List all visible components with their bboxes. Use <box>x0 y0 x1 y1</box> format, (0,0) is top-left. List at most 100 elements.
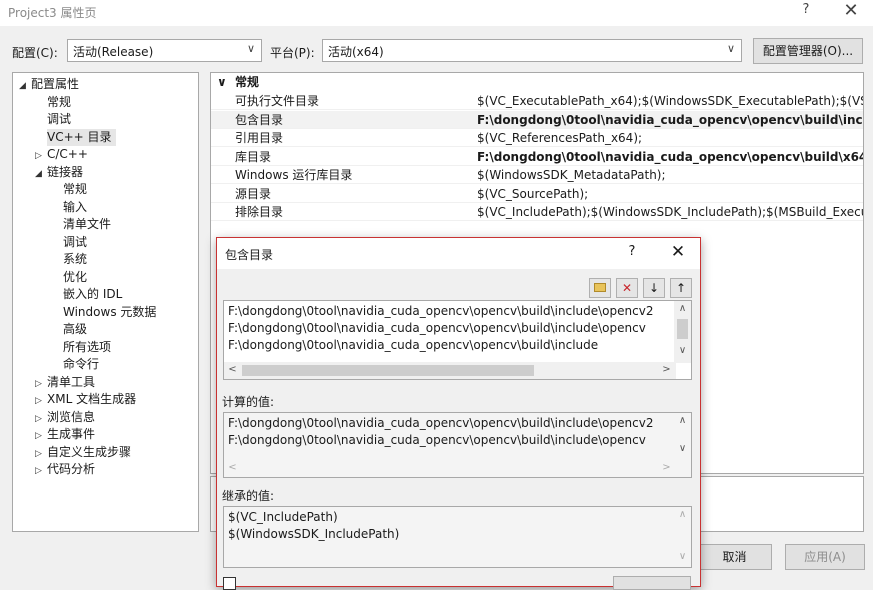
expand-icon[interactable]: ▷ <box>35 428 47 445</box>
entries-list[interactable]: F:\dongdong\0tool\navidia_cuda_opencv\op… <box>223 300 692 380</box>
config-manager-button[interactable]: 配置管理器(O)... <box>753 38 863 64</box>
tree-item[interactable]: 所有选项 <box>63 339 115 356</box>
vertical-scrollbar[interactable]: ∧ ∨ <box>674 301 691 363</box>
apply-button[interactable]: 应用(A) <box>785 544 865 570</box>
expand-icon[interactable]: ▷ <box>35 393 47 410</box>
tree-item-label: 输入 <box>63 199 88 214</box>
property-row[interactable]: 源目录 $(VC_SourcePath); <box>211 185 863 203</box>
tree-item[interactable]: 高级 <box>63 321 91 338</box>
property-row[interactable]: 包含目录 F:\dongdong\0tool\navidia_cuda_openc… <box>211 110 863 129</box>
scroll-right-icon[interactable]: > <box>658 364 675 375</box>
tree-item[interactable]: ▷ 生成事件 <box>35 426 99 443</box>
tree-item[interactable]: ▷ XML 文档生成器 <box>35 391 140 408</box>
entry-line[interactable]: F:\dongdong\0tool\navidia_cuda_opencv\op… <box>228 337 598 354</box>
property-tree[interactable]: ◢ 配置属性 常规 调试 VC++ 目录 ▷ C/C++ ◢ 链接器 常规 输入 清单文件 调试 系统 优化… <box>12 72 199 532</box>
grid-section-header[interactable]: ∨ 常规 <box>211 73 863 91</box>
entry-line[interactable]: F:\dongdong\0tool\navidia_cuda_opencv\op… <box>228 303 653 320</box>
tree-item[interactable]: ▷ 自定义生成步骤 <box>35 444 135 461</box>
tree-item-label: 代码分析 <box>47 462 96 476</box>
new-line-button[interactable] <box>589 278 611 298</box>
property-value: $(VC_IncludePath);$(WindowsSDK_IncludePa… <box>477 205 863 219</box>
expand-icon[interactable]: ▷ <box>35 463 47 480</box>
evaluated-line[interactable]: F:\dongdong\0tool\navidia_cuda_opencv\op… <box>228 432 646 449</box>
config-select[interactable]: 活动(Release) ∨ <box>67 39 262 62</box>
tree-item-label: 优化 <box>63 269 88 284</box>
tree-item-label: 所有选项 <box>63 339 112 354</box>
move-up-button[interactable]: ↑ <box>670 278 692 298</box>
dialog-help-button[interactable]: ? <box>622 244 642 259</box>
tree-item[interactable]: 优化 <box>63 269 91 286</box>
platform-select[interactable]: 活动(x64) ∨ <box>322 39 742 62</box>
help-button[interactable]: ? <box>795 2 817 22</box>
tree-item[interactable]: Windows 元数据 <box>63 304 160 321</box>
tree-item[interactable]: 调试 <box>47 111 75 128</box>
expand-icon[interactable]: ▷ <box>35 446 47 463</box>
property-name: 包含目录 <box>235 112 284 127</box>
tree-item[interactable]: 输入 <box>63 199 91 216</box>
scroll-thumb[interactable] <box>242 365 534 376</box>
collapse-icon[interactable]: ◢ <box>35 166 47 183</box>
property-row[interactable]: 可执行文件目录 $(VC_ExecutablePath_x64);$(Window… <box>211 92 863 110</box>
vertical-scrollbar[interactable]: ∧ ∨ <box>674 413 691 461</box>
horizontal-scrollbar[interactable]: < > <box>224 460 676 477</box>
property-row[interactable]: 库目录 F:\dongdong\0tool\navidia_cuda_opencv… <box>211 148 863 166</box>
collapse-icon[interactable]: ∨ <box>217 73 227 91</box>
expand-icon[interactable]: ▷ <box>35 376 47 393</box>
scroll-thumb[interactable] <box>677 319 688 339</box>
tree-item[interactable]: 调试 <box>63 234 91 251</box>
vertical-scrollbar[interactable]: ∧ ∨ <box>674 507 691 567</box>
dialog-close-button[interactable]: ✕ <box>667 242 689 262</box>
delete-line-button[interactable]: ✕ <box>616 278 638 298</box>
tree-item[interactable]: ◢ 链接器 <box>35 164 87 181</box>
scroll-up-icon[interactable]: ∧ <box>674 509 691 520</box>
cancel-button[interactable]: 取消 <box>697 544 772 570</box>
inherited-line[interactable]: $(VC_IncludePath) <box>228 509 338 526</box>
tree-item[interactable]: 命令行 <box>63 356 103 373</box>
scroll-down-icon[interactable]: ∨ <box>674 443 691 454</box>
tree-item[interactable]: ▷ C/C++ <box>35 146 92 163</box>
tree-item-label: 调试 <box>47 112 72 126</box>
tree-item[interactable]: 系统 <box>63 251 91 268</box>
collapse-icon[interactable]: ◢ <box>19 78 31 95</box>
scroll-down-icon[interactable]: ∨ <box>674 345 691 356</box>
inherit-checkbox[interactable] <box>223 577 236 590</box>
folder-icon <box>594 283 606 292</box>
tree-item-label: 常规 <box>47 94 72 109</box>
scroll-up-icon[interactable]: ∧ <box>674 303 691 314</box>
scroll-right-icon[interactable]: > <box>658 462 675 473</box>
chevron-down-icon: ∨ <box>246 42 255 55</box>
scroll-up-icon[interactable]: ∧ <box>674 415 691 426</box>
scroll-left-icon[interactable]: < <box>224 462 241 473</box>
property-name: 排除目录 <box>235 205 284 219</box>
tree-item[interactable]: 清单文件 <box>63 216 115 233</box>
tree-item[interactable]: 常规 <box>63 181 91 198</box>
property-row[interactable]: 排除目录 $(VC_IncludePath);$(WindowsSDK_Inclu… <box>211 203 863 221</box>
tree-item[interactable]: ▷ 浏览信息 <box>35 409 99 426</box>
tree-item-label: XML 文档生成器 <box>47 392 137 406</box>
tree-item-label: 嵌入的 IDL <box>63 287 123 301</box>
tree-item[interactable]: VC++ 目录 <box>47 128 116 146</box>
inherited-line[interactable]: $(WindowsSDK_IncludePath) <box>228 526 399 543</box>
close-button[interactable]: ✕ <box>838 0 864 22</box>
tree-item[interactable]: 常规 <box>47 94 75 111</box>
config-select-value: 活动(Release) <box>73 45 154 59</box>
tree-item-label: 清单文件 <box>63 217 112 231</box>
entry-line[interactable]: F:\dongdong\0tool\navidia_cuda_opencv\op… <box>228 320 646 337</box>
tree-item[interactable]: ◢ 配置属性 <box>19 76 83 93</box>
scroll-left-icon[interactable]: < <box>224 364 241 375</box>
scroll-down-icon[interactable]: ∨ <box>674 551 691 562</box>
expand-icon[interactable]: ▷ <box>35 148 47 165</box>
macro-button[interactable] <box>613 576 691 590</box>
property-row[interactable]: Windows 运行库目录 $(WindowsSDK_MetadataPath); <box>211 166 863 184</box>
tree-item[interactable]: 嵌入的 IDL <box>63 286 126 303</box>
horizontal-scrollbar[interactable]: < > <box>224 362 676 379</box>
evaluated-line[interactable]: F:\dongdong\0tool\navidia_cuda_opencv\op… <box>228 415 653 432</box>
tree-item-label: 调试 <box>63 234 88 249</box>
tree-item-label: 自定义生成步骤 <box>47 444 132 459</box>
move-down-button[interactable]: ↓ <box>643 278 665 298</box>
tree-item[interactable]: ▷ 代码分析 <box>35 461 99 478</box>
expand-icon[interactable]: ▷ <box>35 411 47 428</box>
tree-item[interactable]: ▷ 清单工具 <box>35 374 99 391</box>
property-row[interactable]: 引用目录 $(VC_ReferencesPath_x64); <box>211 129 863 147</box>
tree-item-label: VC++ 目录 <box>47 129 112 144</box>
